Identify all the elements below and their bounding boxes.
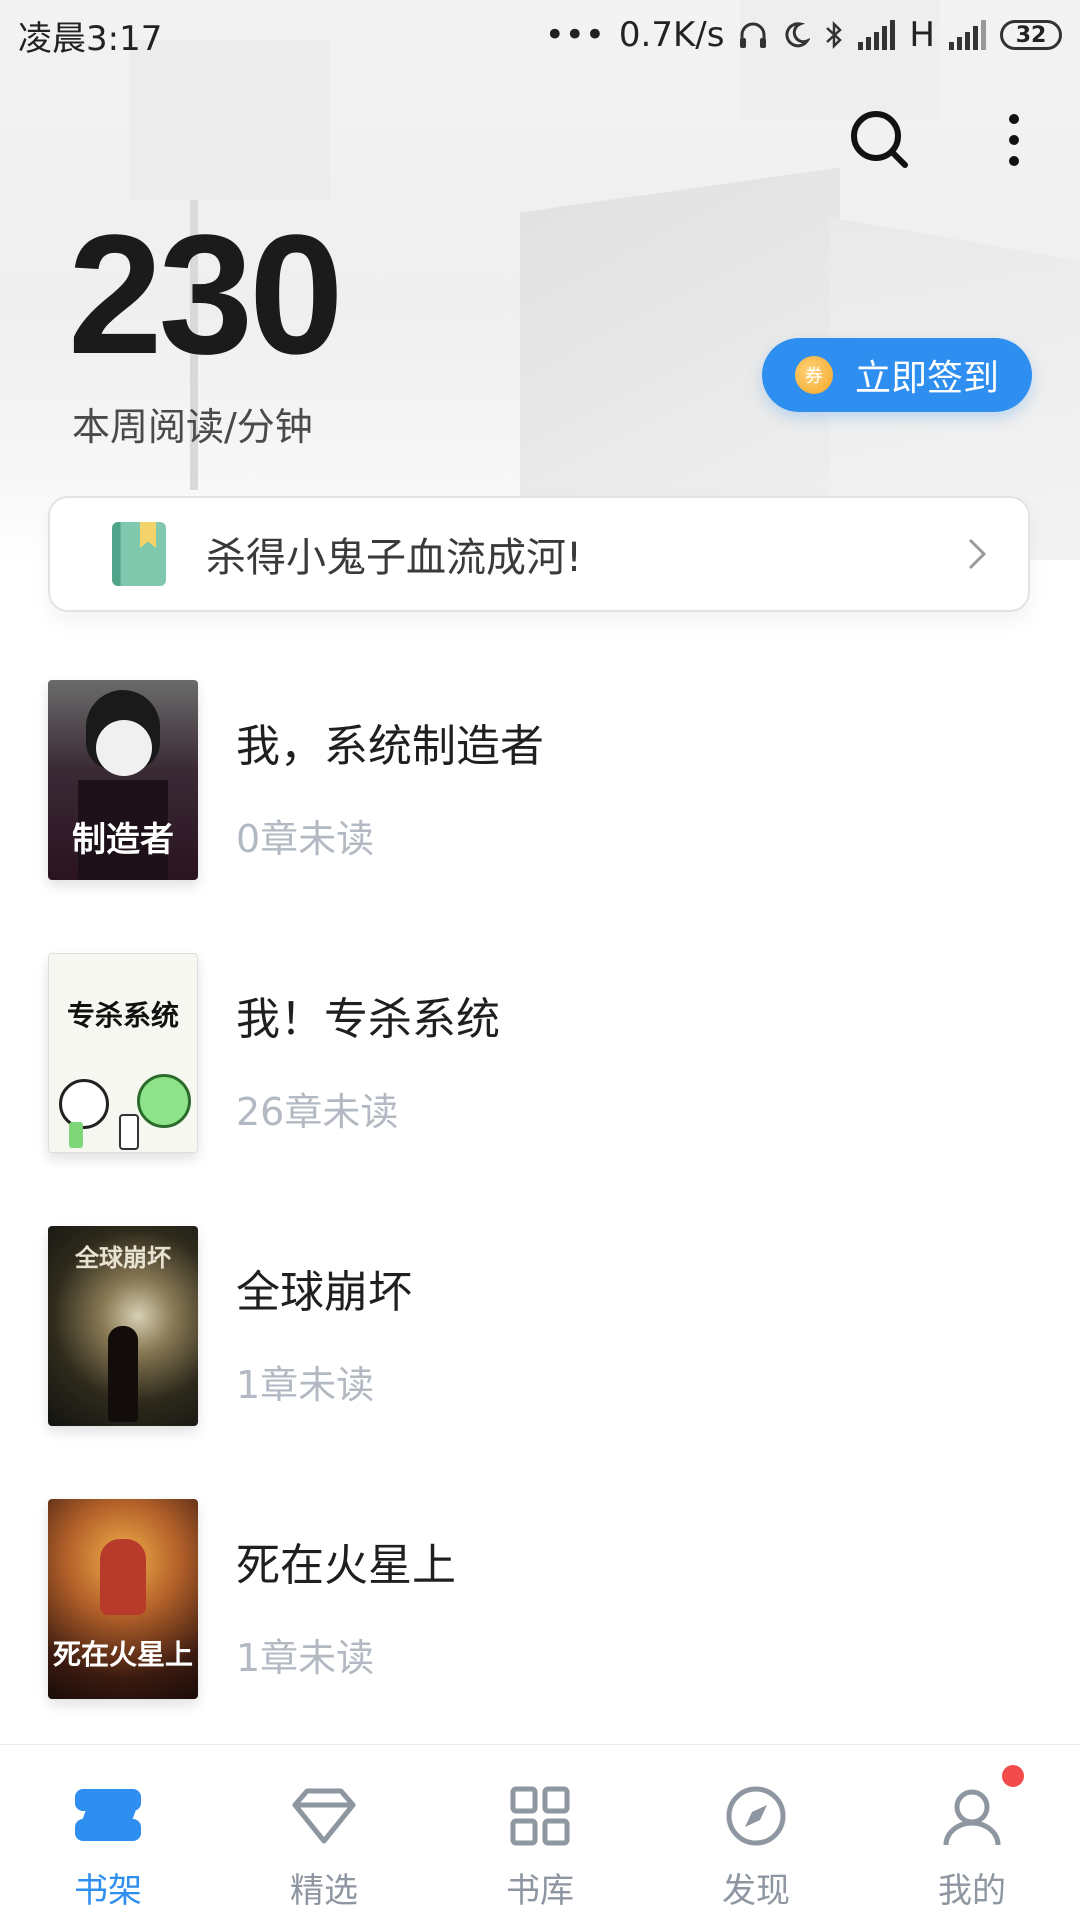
book-unread-count: 0章未读 <box>236 817 375 861</box>
search-icon <box>851 111 908 168</box>
checkin-label: 立即签到 <box>854 358 999 399</box>
tab-library[interactable]: 书库 <box>432 1745 648 1921</box>
book-cover: 专杀系统 <box>48 953 198 1153</box>
book-title: 我，系统制造者 <box>236 721 544 772</box>
book-item[interactable]: 制造者 我，系统制造者 0章未读 <box>48 680 1038 880</box>
book-item[interactable]: 死在火星上 死在火星上 1章未读 <box>48 1499 1038 1699</box>
checkin-button[interactable]: 券 立即签到 <box>762 338 1032 412</box>
book-unread-count: 1章未读 <box>236 1363 375 1407</box>
book-item[interactable]: 专杀系统 我！专杀系统 26章未读 <box>48 953 1038 1153</box>
recommendation-text: 杀得小鬼子血流成河! <box>206 535 583 581</box>
user-icon <box>943 1789 1001 1846</box>
tab-discover[interactable]: 发现 <box>648 1745 864 1921</box>
chevron-right-icon <box>968 538 987 570</box>
book-title: 全球崩坏 <box>236 1267 412 1318</box>
network-type: H <box>909 15 935 55</box>
battery-icon: 32 <box>1000 20 1062 50</box>
book-unread-count: 26章未读 <box>236 1090 399 1134</box>
signal-icon <box>949 20 986 50</box>
more-menu-button[interactable] <box>974 100 1054 180</box>
tab-label: 发现 <box>722 1871 790 1911</box>
grid-icon <box>510 1786 570 1846</box>
status-icons: ••• 0.7K/s H 32 <box>545 15 1062 55</box>
tab-label: 书架 <box>74 1871 142 1911</box>
bottom-navigation: 书架 精选 书库 发现 我的 <box>0 1744 1080 1921</box>
book-title: 我！专杀系统 <box>236 994 500 1045</box>
search-button[interactable] <box>840 100 920 180</box>
book-title: 死在火星上 <box>236 1540 456 1591</box>
moon-icon <box>785 22 811 48</box>
status-bar: 凌晨3:17 ••• 0.7K/s H 32 <box>0 0 1080 70</box>
headphones-icon <box>740 22 767 48</box>
network-speed: 0.7K/s <box>618 15 725 55</box>
tab-label: 精选 <box>290 1871 358 1911</box>
compass-icon <box>726 1786 786 1846</box>
more-dots-icon: ••• <box>544 15 605 55</box>
weekly-reading-minutes: 230 <box>68 200 344 390</box>
book-cover: 制造者 <box>48 680 198 880</box>
tab-bookshelf[interactable]: 书架 <box>0 1745 216 1921</box>
status-time: 凌晨3:17 <box>18 18 163 59</box>
book-item[interactable]: 全球崩坏 全球崩坏 1章未读 <box>48 1226 1038 1426</box>
notification-badge <box>1002 1765 1024 1787</box>
bluetooth-icon <box>826 20 843 50</box>
weekly-reading-label: 本周阅读/分钟 <box>72 405 313 449</box>
book-cover: 全球崩坏 <box>48 1226 198 1426</box>
tab-label: 我的 <box>938 1871 1006 1911</box>
tab-featured[interactable]: 精选 <box>216 1745 432 1921</box>
diamond-icon <box>292 1788 356 1844</box>
book-cover: 死在火星上 <box>48 1499 198 1699</box>
book-icon <box>112 522 166 586</box>
tab-label: 书库 <box>506 1871 574 1911</box>
book-unread-count: 1章未读 <box>236 1636 375 1680</box>
signal-icon <box>858 20 896 50</box>
more-vertical-icon <box>1009 114 1019 166</box>
tab-profile[interactable]: 我的 <box>864 1745 1080 1921</box>
bookshelf-icon <box>75 1789 141 1841</box>
coupon-icon: 券 <box>794 356 833 394</box>
recommendation-card[interactable]: 杀得小鬼子血流成河! <box>48 496 1030 612</box>
